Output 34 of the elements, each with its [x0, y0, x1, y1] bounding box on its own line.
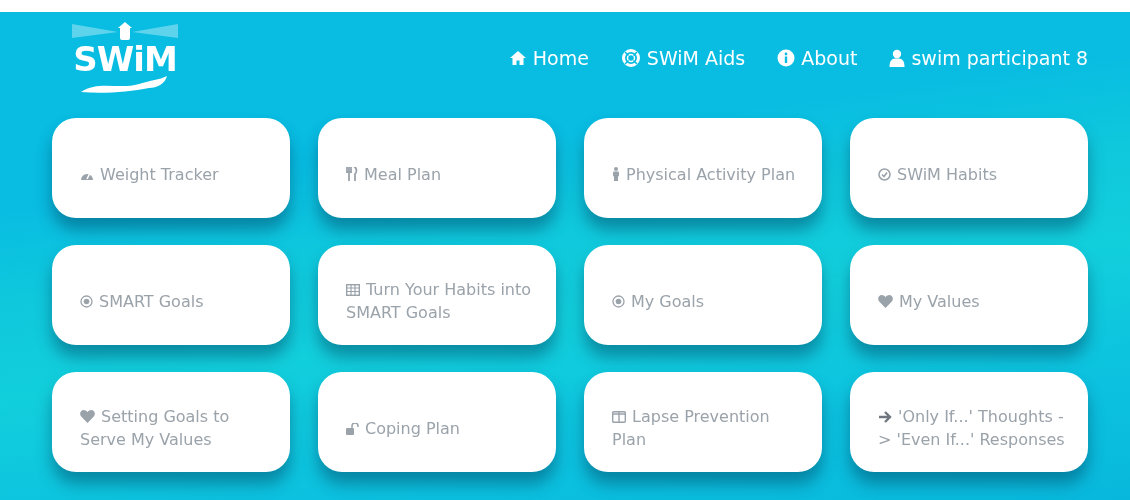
tile-button[interactable]: Physical Activity Plan — [584, 118, 822, 218]
nav-link[interactable]: SWiM Aids — [620, 43, 746, 73]
user-icon — [889, 49, 906, 67]
home-icon — [508, 50, 527, 66]
arrow-right-icon — [878, 411, 892, 423]
tile-button[interactable]: My Goals — [584, 245, 822, 345]
logo[interactable]: SWiM — [72, 22, 178, 94]
target-icon — [80, 294, 93, 308]
nav-link[interactable]: About — [777, 43, 858, 73]
tile-button[interactable]: SWiM Habits — [850, 118, 1088, 218]
tile-button[interactable]: Weight Tracker — [52, 118, 290, 218]
tile-button[interactable]: SMART Goals — [52, 245, 290, 345]
columns-icon — [612, 411, 626, 423]
info-icon — [777, 49, 796, 67]
lifebuoy-icon — [620, 48, 641, 68]
heart-icon — [80, 410, 95, 423]
tile-button[interactable]: Setting Goals to Serve My Values — [52, 372, 290, 472]
tile-button[interactable]: My Values — [850, 245, 1088, 345]
tile-button[interactable]: Coping Plan — [318, 372, 556, 472]
cutlery-icon — [346, 166, 358, 181]
lighthouse-icon — [72, 22, 178, 42]
check-circle-icon — [878, 167, 891, 181]
tile-button[interactable]: 'Only If...' Thoughts -> 'Even If...' Responses — [850, 372, 1088, 472]
person-icon — [612, 166, 620, 181]
tile-button[interactable]: Meal Plan — [318, 118, 556, 218]
tile-button[interactable]: Turn Your Habits into SMART Goals — [318, 245, 556, 345]
tile-button[interactable]: Lapse Prevention Plan — [584, 372, 822, 472]
target-icon — [612, 294, 625, 308]
table-icon — [346, 284, 360, 296]
nav-link[interactable]: Home — [508, 43, 589, 73]
nav-link[interactable]: swim participant 8 — [889, 43, 1088, 73]
unlock-icon — [346, 422, 359, 435]
logo-text: SWiM — [73, 42, 177, 76]
heart-icon — [878, 294, 893, 308]
